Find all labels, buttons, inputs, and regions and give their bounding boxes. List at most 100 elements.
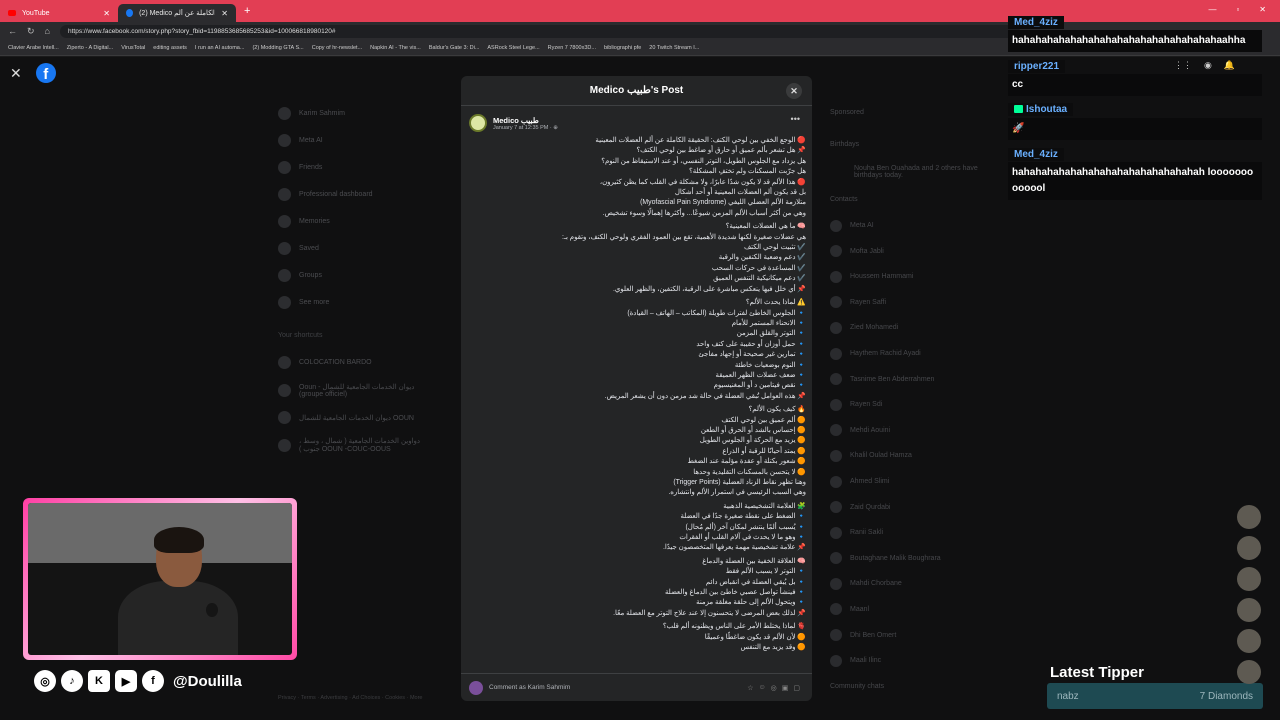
contact-item[interactable]: Rayen Sdi (830, 392, 1000, 418)
nav-item[interactable]: Karim Sahmim (278, 100, 429, 127)
comment-input[interactable]: Comment as Karim Sahmim (489, 684, 570, 691)
contact-label: Mehdi Aouini (850, 426, 891, 434)
avatar-sticker-icon[interactable]: ☆ (747, 684, 753, 692)
modal-header: Medico طبيب's Post ✕ (461, 76, 812, 106)
contact-item[interactable]: Haythem Rachid Ayadi (830, 341, 1000, 367)
contact-item[interactable]: Boutaghane Malik Boughrara (830, 546, 1000, 572)
bookmark[interactable]: Copy of hr-newslet... (312, 45, 362, 51)
bookmark[interactable]: VirusTotal (121, 45, 145, 51)
meta-ai-icon (278, 134, 291, 147)
instagram-icon[interactable]: ◎ (34, 670, 56, 692)
close-icon[interactable]: ✕ (10, 65, 22, 82)
home-icon[interactable]: ⌂ (45, 26, 50, 36)
bookmark[interactable]: editing assets (153, 45, 187, 51)
back-icon[interactable]: ← (8, 26, 17, 36)
shortcut-item[interactable]: ديوان الخدمات الجامعية للشمال OOUN (278, 404, 429, 431)
post-line: 🟠 إحساس بالشد أو الحرق أو الطعن (700, 426, 806, 434)
avatar[interactable] (469, 114, 487, 132)
nav-label: Karim Sahmim (299, 110, 345, 117)
contact-item[interactable]: Maali Ilinc (830, 648, 1000, 674)
tab-youtube[interactable]: YouTube ✕ (0, 4, 118, 22)
groups-icon (278, 269, 291, 282)
facebook-icon[interactable]: f (142, 670, 164, 692)
contact-item[interactable]: Ranii Sakli (830, 520, 1000, 546)
nav-item[interactable]: Friends (278, 154, 429, 181)
avatar[interactable] (1237, 536, 1261, 560)
post-line: وهي من أكثر أسباب الألم المزمن شيوعًا...… (602, 209, 806, 217)
menu-grid-icon[interactable]: ⋮⋮ (1174, 60, 1192, 71)
facebook-logo-icon[interactable]: f (35, 63, 56, 83)
url-field[interactable]: https://www.facebook.com/story.php?story… (59, 24, 1020, 38)
chat-message: Med_4ziz hahahahahahahahahahahahahahahah… (1008, 12, 1262, 52)
reload-icon[interactable]: ↻ (27, 26, 35, 37)
contact-item[interactable]: Khalil Oulad Hamza (830, 443, 1000, 469)
post-line: 🔹 وهو ما لا يحدث في آلام القلب أو الفقرا… (679, 534, 806, 542)
bookmark[interactable]: Ziperto - A Digital... (67, 45, 113, 51)
footer-links[interactable]: Privacy · Terms · Advertising · Ad Choic… (278, 695, 422, 701)
tiktok-icon[interactable]: ♪ (61, 670, 83, 692)
avatar[interactable] (1237, 567, 1261, 591)
contact-item[interactable]: Tasnime Ben Abderrahmen (830, 366, 1000, 392)
chat-text: 🚀 (1008, 118, 1262, 140)
close-tab-icon[interactable]: ✕ (103, 9, 110, 18)
emoji-icon[interactable]: ☺ (758, 684, 765, 692)
bookmark[interactable]: ASRock Steel Lege... (487, 45, 539, 51)
birthday-text[interactable]: Nouha Ben Ouahada and 2 others have birt… (830, 157, 1000, 187)
shortcut-item[interactable]: COLOCATION BARDO (278, 349, 429, 376)
chat-message: Ishoutaa 🚀 (1008, 100, 1262, 140)
nav-item[interactable]: Memories (278, 208, 429, 235)
contact-item[interactable]: Ahmed Slimi (830, 469, 1000, 495)
avatar (830, 629, 842, 642)
nav-item[interactable]: See more (278, 289, 429, 316)
kick-icon[interactable]: K (88, 670, 110, 692)
group-icon (278, 383, 291, 397)
stream-chat: Med_4ziz hahahahahahahahahahahahahahahah… (1008, 12, 1262, 204)
contact-item[interactable]: Rayen Saffi (830, 290, 1000, 316)
shortcut-item[interactable]: Ooun - ديوان الخدمات الجامعية للشمال (gr… (278, 376, 429, 404)
bookmark[interactable]: Napkin AI - The vis... (370, 45, 421, 51)
post-line: 🧩 العلامة التشخيصية الذهبية (723, 502, 806, 510)
sticker-icon[interactable]: ▢ (793, 684, 800, 692)
avatar[interactable] (1237, 660, 1261, 684)
more-options-icon[interactable]: ••• (791, 114, 800, 124)
post-date[interactable]: January 7 at 12:35 PM · ⊕ (493, 125, 558, 131)
nav-item[interactable]: Meta AI (278, 127, 429, 154)
tab-facebook[interactable]: (2) Medico في الحقيقة الكاملة عن ألم ✕ (118, 4, 236, 22)
bookmark[interactable]: 20 Twitch Stream I... (649, 45, 699, 51)
author-name[interactable]: Medico طبيب (493, 116, 558, 125)
post-line: 🔹 النوم بوضعيات خاطئة (734, 361, 806, 369)
notifications-icon[interactable]: 🔔 (1224, 60, 1235, 71)
close-tab-icon[interactable]: ✕ (221, 9, 228, 18)
contact-item[interactable]: Houssem Hammami (830, 264, 1000, 290)
bookmark[interactable]: Clavier Arabe Intell... (8, 45, 59, 51)
close-icon[interactable]: ✕ (786, 83, 802, 99)
bookmark[interactable]: Baldur's Gate 3: Di... (429, 45, 480, 51)
messenger-icon[interactable]: ◉ (1204, 60, 1212, 71)
contact-item[interactable]: Mehdi Aouini (830, 418, 1000, 444)
gif-icon[interactable]: ▣ (782, 684, 789, 692)
bookmark[interactable]: Ryzen 7 7800x3D... (548, 45, 596, 51)
contact-item[interactable]: Mahdi Chorbane (830, 571, 1000, 597)
bookmark[interactable]: I run an AI automa... (195, 45, 245, 51)
avatar[interactable] (1237, 598, 1261, 622)
contact-item[interactable]: Dhi Ben Omert (830, 622, 1000, 648)
contact-item[interactable]: Mofta Jabli (830, 238, 1000, 264)
contact-item[interactable]: Maanl (830, 597, 1000, 623)
avatar[interactable] (1237, 505, 1261, 529)
contact-item[interactable]: Zied Mohamedi (830, 315, 1000, 341)
nav-item[interactable]: Saved (278, 235, 429, 262)
new-tab-button[interactable]: + (244, 5, 250, 17)
youtube-icon[interactable]: ▶ (115, 670, 137, 692)
nav-item[interactable]: Groups (278, 262, 429, 289)
camera-icon[interactable]: ◎ (771, 684, 777, 692)
contact-item[interactable]: Zaid Qurdabi (830, 494, 1000, 520)
nav-item[interactable]: Professional dashboard (278, 181, 429, 208)
bookmark[interactable]: bibliographi pfe (604, 45, 641, 51)
shortcut-item[interactable]: دواوين الخدمات الجامعية ( شمال ، وسط ، ج… (278, 431, 429, 459)
community-chats-title: Community chats (830, 682, 885, 690)
post-line: 🔹 الانحناء المستمر للأمام (731, 319, 806, 327)
post-line: 🟠 يمتد أحيانًا للرقبة أو الذراع (722, 447, 806, 455)
avatar[interactable] (1237, 629, 1261, 653)
contact-item[interactable]: Meta AI (830, 213, 1000, 239)
bookmark[interactable]: (2) Modding GTA S... (252, 45, 303, 51)
